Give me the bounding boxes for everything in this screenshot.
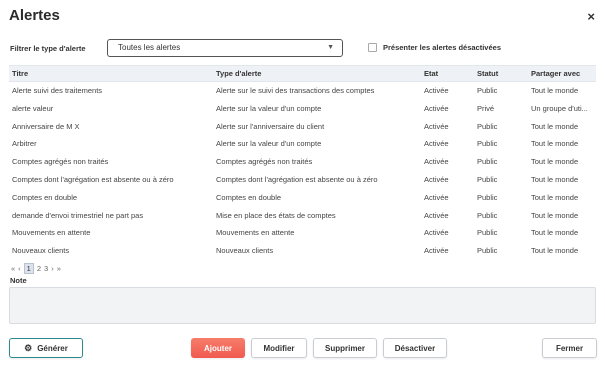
modify-button[interactable]: Modifier (251, 338, 307, 358)
next-page-icon[interactable]: › (51, 264, 54, 273)
cell-etat: Activée (424, 139, 449, 149)
cell-titre: Comptes en double (12, 192, 78, 202)
cell-type: Mouvements en attente (216, 228, 295, 238)
alert-type-select-value: Toutes les alertes (118, 43, 181, 52)
cell-type: Alerte sur la valeur d'un compte (216, 139, 322, 149)
cell-etat: Activée (424, 157, 449, 167)
filter-label: Filtrer le type d'alerte (10, 44, 86, 53)
pagination: « ‹ 1 2 3 › » (11, 263, 61, 274)
show-disabled-toggle[interactable]: Présenter les alertes désactivées (368, 43, 501, 52)
cell-type: Comptes dont l'agrégation est absente ou… (216, 174, 378, 184)
cell-statut: Public (477, 174, 498, 184)
page-3-link[interactable]: 3 (44, 264, 48, 273)
alert-type-select[interactable]: Toutes les alertes ▼ (107, 39, 343, 57)
column-header-titre[interactable]: Titre ▲ (9, 66, 204, 81)
cell-statut: Public (477, 86, 498, 95)
cell-titre: Alerte suivi des traitements (12, 86, 103, 95)
table-row[interactable]: Mouvements en attente Mouvements en atten… (9, 224, 596, 242)
cell-partager: Tout le monde (531, 139, 579, 149)
table-row[interactable]: Nouveaux clients Nouveaux clients Activée P… (9, 242, 596, 260)
cell-etat: Activée (424, 121, 449, 131)
table-row[interactable]: Comptes agrégés non traités Comptes agrég… (9, 153, 596, 171)
dialog-title: Alertes (9, 7, 60, 24)
generate-button-label: Générer (37, 343, 68, 353)
cell-statut: Public (477, 157, 498, 167)
alerts-table: Titre ▲ Type d'alerte Etat Statut Partag… (9, 65, 596, 260)
cell-etat: Activée (424, 192, 449, 202)
show-disabled-checkbox[interactable] (368, 43, 377, 52)
close-button[interactable]: Fermer (542, 338, 597, 358)
cell-etat: Activée (424, 210, 449, 220)
cell-statut: Public (477, 228, 498, 238)
column-header-etat[interactable]: Etat (411, 66, 464, 81)
table-row[interactable]: Arbitrer Alerte sur la valeur d'un compte… (9, 135, 596, 153)
table-row[interactable]: alerte valeur Alerte sur la valeur d'un c… (9, 100, 596, 118)
generate-button[interactable]: ⚙ Générer (9, 338, 83, 358)
cell-titre: Mouvements en attente (12, 228, 91, 238)
table-row[interactable]: demande d'envoi trimestriel ne part pas M… (9, 207, 596, 225)
cell-partager: Tout le monde (531, 192, 579, 202)
prev-page-icon[interactable]: ‹ (18, 264, 21, 273)
deactivate-button[interactable]: Désactiver (383, 338, 447, 358)
note-label: Note (10, 276, 27, 285)
cell-titre: Nouveaux clients (12, 246, 70, 256)
cell-etat: Activée (424, 228, 449, 238)
cell-type: Alerte sur le suivi des transactions des… (216, 86, 375, 95)
cell-statut: Public (477, 139, 498, 149)
cell-etat: Activée (424, 174, 449, 184)
cell-partager: Un groupe d'uti... (531, 103, 588, 113)
cell-partager: Tout le monde (531, 228, 579, 238)
cell-titre: Comptes dont l'agrégation est absente ou… (12, 174, 174, 184)
cell-titre: Comptes agrégés non traités (12, 157, 109, 167)
cell-type: Mise en place des états de comptes (216, 210, 336, 220)
first-page-icon[interactable]: « (11, 264, 15, 273)
cell-partager: Tout le monde (531, 121, 579, 131)
column-header-type[interactable]: Type d'alerte (204, 66, 411, 81)
cell-titre: alerte valeur (12, 103, 54, 113)
cell-statut: Public (477, 246, 498, 256)
cell-type: Nouveaux clients (216, 246, 274, 256)
note-field[interactable] (9, 287, 596, 324)
cell-statut: Public (477, 121, 498, 131)
cell-partager: Tout le monde (531, 210, 579, 220)
cell-etat: Activée (424, 86, 449, 95)
cell-titre: demande d'envoi trimestriel ne part pas (12, 210, 144, 220)
column-header-partager[interactable]: Partager avec (518, 66, 596, 81)
gear-icon: ⚙ (24, 342, 33, 353)
chevron-down-icon: ▼ (327, 44, 334, 51)
page-2-link[interactable]: 2 (37, 264, 41, 273)
table-row[interactable]: Comptes dont l'agrégation est absente ou… (9, 171, 596, 189)
cell-titre: Arbitrer (12, 139, 37, 149)
last-page-icon[interactable]: » (57, 264, 61, 273)
cell-etat: Activée (424, 103, 449, 113)
cell-partager: Tout le monde (531, 246, 579, 256)
show-disabled-label: Présenter les alertes désactivées (383, 43, 501, 52)
cell-partager: Tout le monde (531, 157, 579, 167)
page-1-link[interactable]: 1 (23, 263, 34, 274)
table-row[interactable]: Anniversaire de M X Alerte sur l'annivers… (9, 118, 596, 136)
table-body: Alerte suivi des traitements Alerte sur l… (9, 82, 596, 260)
cell-titre: Anniversaire de M X (12, 121, 80, 131)
delete-button[interactable]: Supprimer (313, 338, 377, 358)
cell-statut: Public (477, 210, 498, 220)
cell-type: Alerte sur l'anniversaire du client (216, 121, 325, 131)
cell-statut: Privé (477, 103, 495, 113)
close-icon[interactable]: × (587, 9, 595, 24)
cell-etat: Activée (424, 246, 449, 256)
table-row[interactable]: Alerte suivi des traitements Alerte sur l… (9, 82, 596, 100)
column-header-statut[interactable]: Statut (464, 66, 518, 81)
cell-type: Alerte sur la valeur d'un compte (216, 103, 322, 113)
cell-type: Comptes en double (216, 192, 282, 202)
add-button[interactable]: Ajouter (191, 338, 245, 358)
cell-partager: Tout le monde (531, 174, 579, 184)
cell-type: Comptes agrégés non traités (216, 157, 313, 167)
table-row[interactable]: Comptes en double Comptes en double Activé… (9, 189, 596, 207)
table-header: Titre ▲ Type d'alerte Etat Statut Partag… (9, 65, 596, 82)
cell-statut: Public (477, 192, 498, 202)
cell-partager: Tout le monde (531, 86, 579, 95)
